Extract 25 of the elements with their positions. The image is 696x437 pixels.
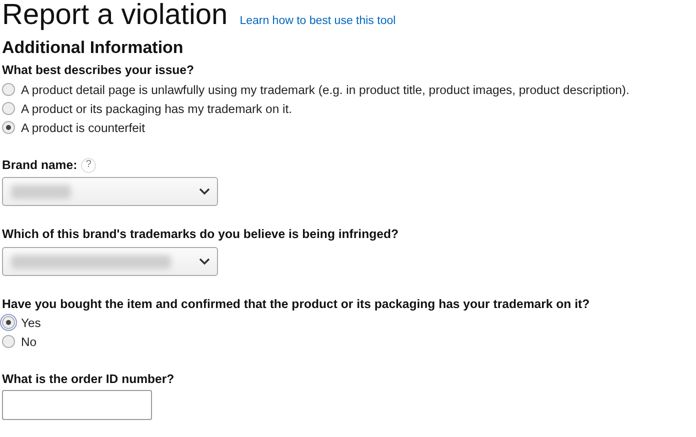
help-icon[interactable]: ? — [81, 158, 96, 172]
trademark-select[interactable] — [2, 247, 218, 276]
page-title: Report a violation — [2, 0, 228, 30]
radio-option[interactable]: A product is counterfeit — [2, 118, 696, 137]
radio-button[interactable] — [2, 121, 15, 134]
chevron-down-icon — [199, 188, 210, 195]
field-label: Brand name: — [2, 157, 78, 173]
radio-option[interactable]: Yes — [2, 313, 696, 332]
question-label: Have you bought the item and confirmed that the product or its packaging has your trademark on it? — [2, 296, 590, 312]
radio-button[interactable] — [2, 102, 15, 115]
radio-button[interactable] — [2, 83, 15, 96]
radio-option[interactable]: A product or its packaging has my trademark on it. — [2, 99, 696, 118]
question-label: What best describes your issue? — [2, 62, 194, 78]
order-id-field[interactable] — [2, 390, 152, 420]
redaction-blur — [11, 184, 71, 198]
radio-button[interactable] — [2, 335, 15, 348]
question-label: What is the order ID number? — [2, 371, 174, 387]
radio-option[interactable]: No — [2, 332, 696, 351]
help-link[interactable]: Learn how to best use this tool — [240, 15, 396, 27]
question-label: Which of this brand's trademarks do you believe is being infringed? — [2, 226, 398, 242]
brand-select[interactable] — [2, 177, 218, 206]
radio-option[interactable]: A product detail page is unlawfully using my trademark (e.g. in product title, product images, product description). — [2, 80, 696, 99]
chevron-down-icon — [199, 258, 210, 265]
section-title: Additional Information — [2, 38, 184, 58]
radio-button[interactable] — [2, 316, 15, 329]
